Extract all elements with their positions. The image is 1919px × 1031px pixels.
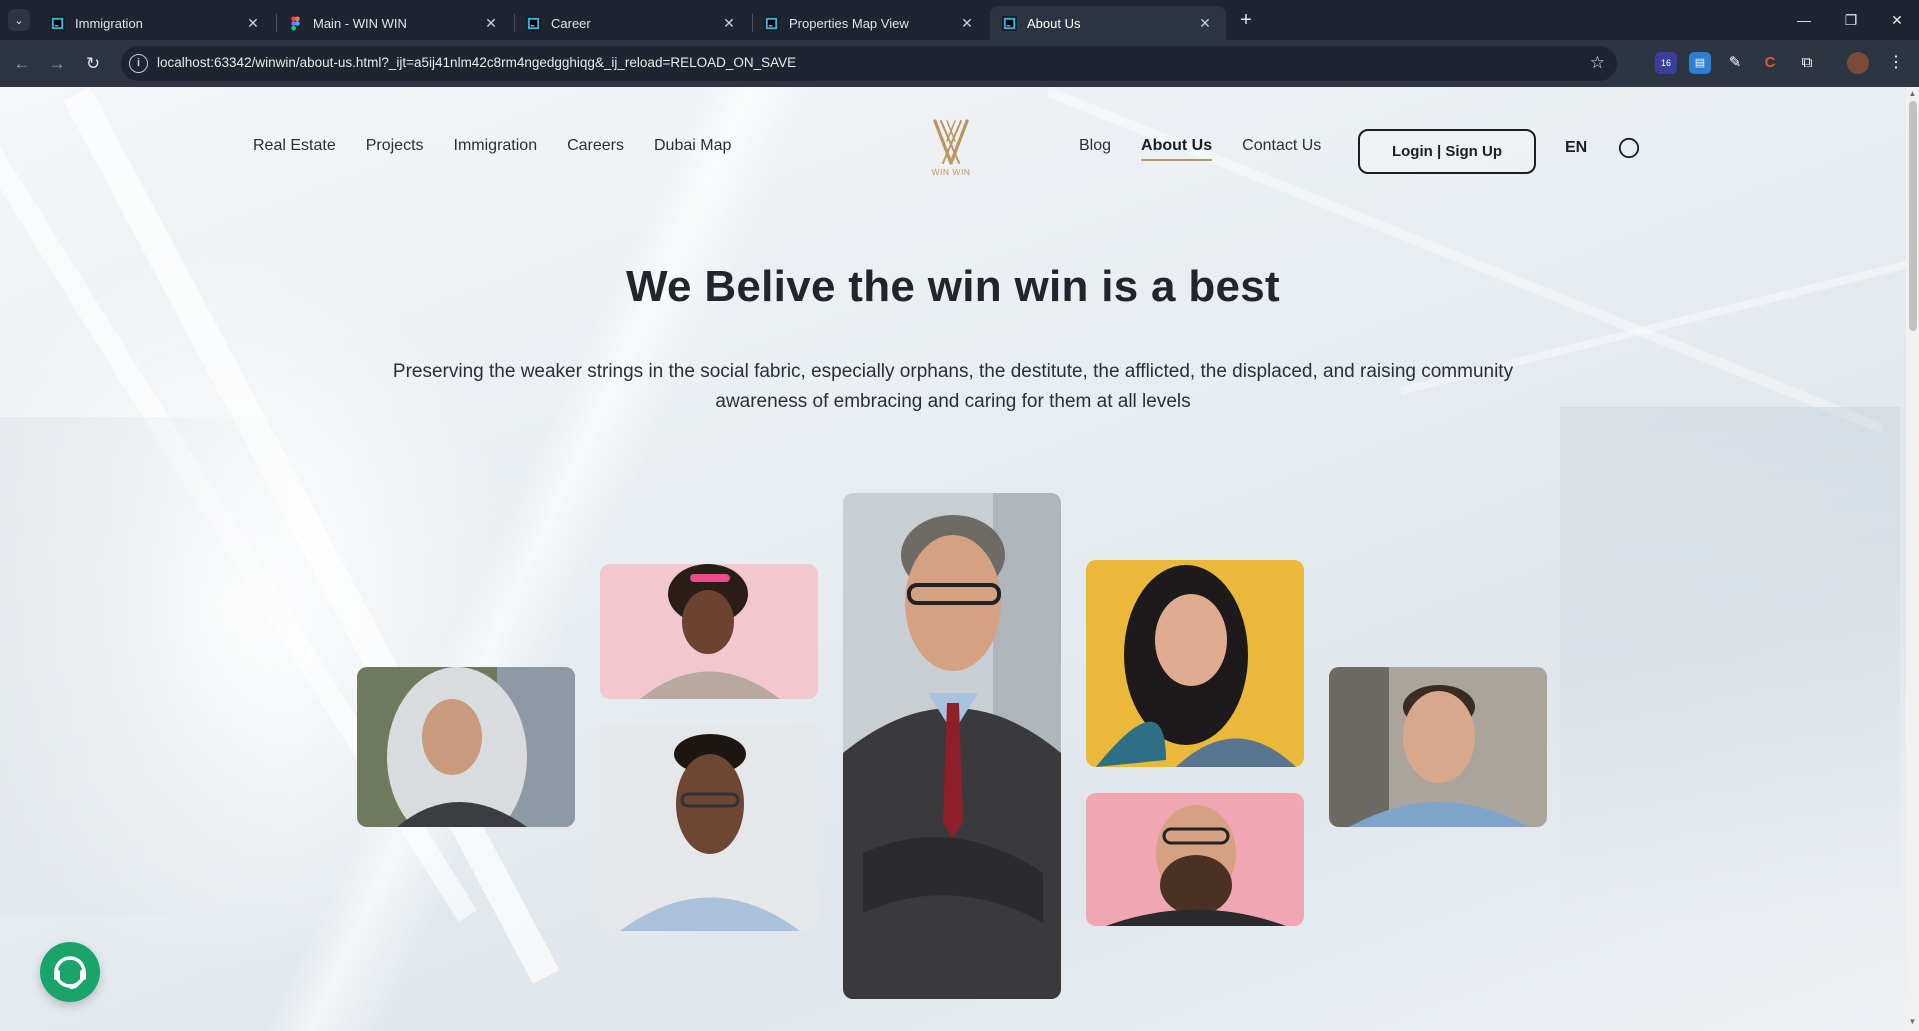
more-menu-icon[interactable]: ⋮ <box>1885 52 1907 74</box>
tab-career[interactable]: Career ✕ <box>514 6 750 40</box>
dark-mode-moon-icon[interactable] <box>1618 137 1640 159</box>
forward-arrow-icon[interactable]: → <box>44 51 70 77</box>
tab-search-chevron-icon[interactable]: ⌄ <box>8 9 30 31</box>
reload-icon[interactable]: ↻ <box>80 51 106 77</box>
tab-title: Main - WIN WIN <box>313 15 407 31</box>
webstorm-icon <box>50 15 65 31</box>
nav-contact-us[interactable]: Contact Us <box>1242 137 1321 161</box>
nav-immigration[interactable]: Immigration <box>454 137 538 155</box>
nav-blog[interactable]: Blog <box>1079 137 1111 161</box>
portrait-image <box>357 667 575 827</box>
webstorm-icon <box>526 15 541 31</box>
window-close-icon[interactable]: ✕ <box>1875 6 1919 34</box>
logo-text: WIN WIN <box>931 167 971 177</box>
eyedropper-icon[interactable]: ✎ <box>1724 52 1746 74</box>
address-bar[interactable]: i localhost:63342/winwin/about-us.html?_… <box>121 46 1617 81</box>
extension-icon[interactable]: C <box>1759 52 1781 74</box>
tab-properties-map-view[interactable]: Properties Map View ✕ <box>752 6 988 40</box>
portrait-image <box>1086 560 1304 767</box>
team-photo-bearded-man-pink-background <box>1086 793 1304 926</box>
back-arrow-icon[interactable]: ← <box>9 51 35 77</box>
new-tab-button[interactable]: + <box>1233 8 1259 34</box>
close-icon[interactable]: ✕ <box>720 15 738 32</box>
close-icon[interactable]: ✕ <box>1196 15 1214 32</box>
close-icon[interactable]: ✕ <box>958 15 976 32</box>
portrait-image <box>843 493 1061 999</box>
portrait-image <box>1086 793 1304 926</box>
browser-tab-bar: ⌄ Immigration ✕ Main - WIN WIN ✕ Career … <box>0 0 1919 40</box>
headset-chat-icon <box>47 956 86 996</box>
language-selector[interactable]: EN <box>1565 139 1587 157</box>
portrait-image <box>600 564 818 699</box>
url-text[interactable]: localhost:63342/winwin/about-us.html?_ij… <box>157 55 796 70</box>
tab-title: Immigration <box>75 15 143 31</box>
bookmark-star-icon[interactable]: ☆ <box>1590 53 1605 73</box>
team-photo-smiling-man-denim-shirt <box>1329 667 1547 827</box>
nav-real-estate[interactable]: Real Estate <box>253 137 336 155</box>
webstorm-icon <box>1002 15 1017 31</box>
browser-toolbar: ← → ↻ i localhost:63342/winwin/about-us.… <box>0 40 1919 87</box>
site-info-icon[interactable]: i <box>129 54 148 73</box>
nav-careers[interactable]: Careers <box>567 137 624 155</box>
portrait-image <box>600 724 818 931</box>
scroll-down-arrow-icon[interactable]: ▼ <box>1908 1017 1917 1026</box>
logo-mark-icon <box>933 119 969 165</box>
nav-projects[interactable]: Projects <box>366 137 424 155</box>
support-chat-button[interactable] <box>40 942 100 1002</box>
team-photo-businessman-suit <box>843 493 1061 999</box>
extension-icon[interactable]: ▤ <box>1689 52 1711 74</box>
tab-title: Career <box>551 15 591 31</box>
background-wall <box>0 417 290 917</box>
profile-avatar-icon[interactable] <box>1847 52 1869 74</box>
restore-icon[interactable]: ❐ <box>1829 6 1873 34</box>
team-photo-woman-pink-background <box>600 564 818 699</box>
tab-title: About Us <box>1027 15 1081 31</box>
page-scrollbar[interactable]: ▲ ▼ <box>1906 87 1919 1031</box>
tab-main-win-win[interactable]: Main - WIN WIN ✕ <box>276 6 512 40</box>
tab-immigration[interactable]: Immigration ✕ <box>38 6 274 40</box>
portrait-image <box>1329 667 1547 827</box>
hero-subtitle: Preserving the weaker strings in the soc… <box>392 361 1514 412</box>
main-nav-left: Real Estate Projects Immigration Careers… <box>253 137 761 155</box>
extension-icon[interactable]: 16 <box>1655 52 1677 74</box>
webstorm-icon <box>764 15 779 31</box>
nav-about-us[interactable]: About Us <box>1141 137 1213 161</box>
scrollbar-thumb[interactable] <box>1909 101 1917 331</box>
team-photo-woman-yellow-background <box>1086 560 1304 767</box>
scroll-up-arrow-icon[interactable]: ▲ <box>1908 89 1917 98</box>
hero-title: We Belive the win win is a best <box>625 262 1280 311</box>
minimize-icon[interactable]: — <box>1782 6 1826 34</box>
background-glass-panel <box>1560 407 1900 927</box>
login-signup-button[interactable]: Login | Sign Up <box>1358 129 1536 174</box>
extension-badge: 16 <box>1660 58 1671 68</box>
main-nav-right: Blog About Us Contact Us <box>1079 137 1351 161</box>
tab-title: Properties Map View <box>789 15 909 31</box>
close-icon[interactable]: ✕ <box>244 15 262 32</box>
tab-about-us[interactable]: About Us ✕ <box>990 6 1226 40</box>
puzzle-extensions-icon[interactable]: ⧉ <box>1796 52 1818 74</box>
win-win-logo[interactable]: WIN WIN <box>921 117 981 179</box>
nav-dubai-map[interactable]: Dubai Map <box>654 137 731 155</box>
figma-icon <box>291 15 300 31</box>
team-photo-gray-haired-woman <box>357 667 575 827</box>
about-us-page: Real Estate Projects Immigration Careers… <box>0 87 1906 1031</box>
close-icon[interactable]: ✕ <box>482 15 500 32</box>
team-photo-man-glasses-light-shirt <box>600 724 818 931</box>
